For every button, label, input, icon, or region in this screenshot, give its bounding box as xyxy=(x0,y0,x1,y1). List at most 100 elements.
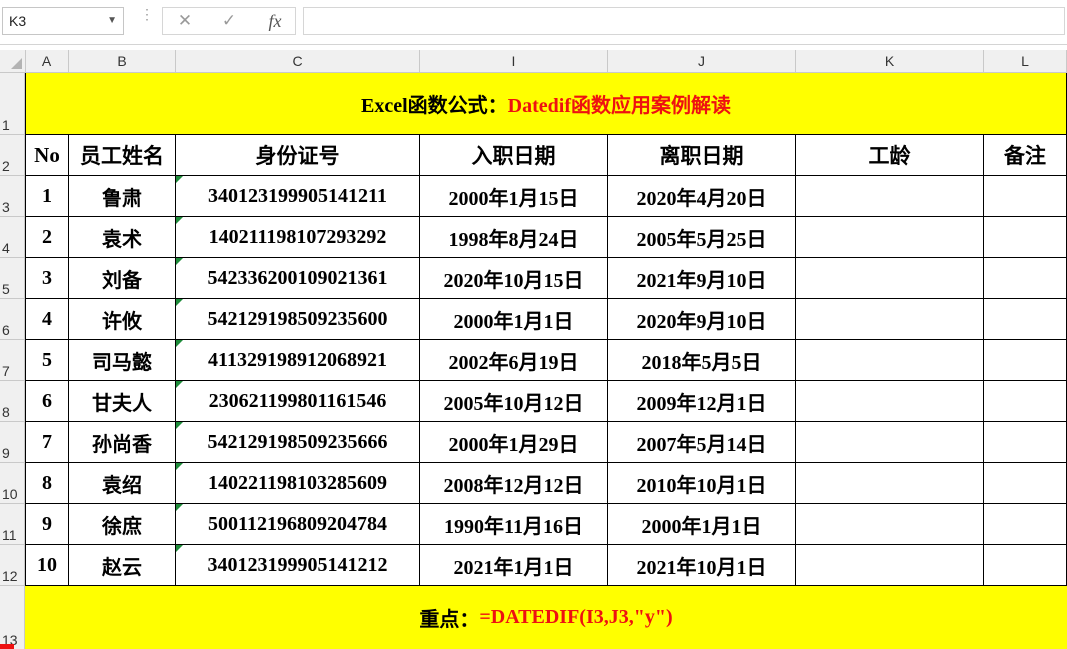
cell-row2-hire-date[interactable]: 1998年8月24日 xyxy=(420,217,608,258)
cell-row5-leave-date[interactable]: 2018年5月5日 xyxy=(608,340,796,381)
cell-row9-remarks[interactable] xyxy=(984,504,1067,545)
chevron-down-icon[interactable]: ▼ xyxy=(107,8,117,34)
row-header-6[interactable]: 6 xyxy=(0,299,25,340)
cell-row7-hire-date[interactable]: 2000年1月29日 xyxy=(420,422,608,463)
cell-row7-no[interactable]: 7 xyxy=(25,422,69,463)
cell-row6-remarks[interactable] xyxy=(984,381,1067,422)
cell-row7-name[interactable]: 孙尚香 xyxy=(69,422,176,463)
header-cell-remarks[interactable]: 备注 xyxy=(984,135,1067,176)
formula-input[interactable] xyxy=(303,7,1065,35)
cell-row5-no[interactable]: 5 xyxy=(25,340,69,381)
cell-row7-seniority[interactable] xyxy=(796,422,984,463)
cell-row1-id-number[interactable]: 340123199905141211 xyxy=(176,176,420,217)
cell-row5-name[interactable]: 司马懿 xyxy=(69,340,176,381)
cell-row9-id-number[interactable]: 500112196809204784 xyxy=(176,504,420,545)
cell-row2-remarks[interactable] xyxy=(984,217,1067,258)
row-header-4[interactable]: 4 xyxy=(0,217,25,258)
cancel-icon[interactable]: ✕ xyxy=(171,10,199,32)
row-header-3[interactable]: 3 xyxy=(0,176,25,217)
cell-row6-id-number[interactable]: 230621199801161546 xyxy=(176,381,420,422)
row-header-12[interactable]: 12 xyxy=(0,545,25,586)
header-cell-id-number[interactable]: 身份证号 xyxy=(176,135,420,176)
row-header-13[interactable]: 13 xyxy=(0,586,25,649)
column-header-k[interactable]: K xyxy=(796,50,984,72)
cell-row8-hire-date[interactable]: 2008年12月12日 xyxy=(420,463,608,504)
cell-row5-hire-date[interactable]: 2002年6月19日 xyxy=(420,340,608,381)
cell-row1-hire-date[interactable]: 2000年1月15日 xyxy=(420,176,608,217)
header-cell-hire-date[interactable]: 入职日期 xyxy=(420,135,608,176)
cell-row4-remarks[interactable] xyxy=(984,299,1067,340)
cell-row6-leave-date[interactable]: 2009年12月1日 xyxy=(608,381,796,422)
cell-row10-remarks[interactable] xyxy=(984,545,1067,586)
cell-row10-name[interactable]: 赵云 xyxy=(69,545,176,586)
cell-row9-seniority[interactable] xyxy=(796,504,984,545)
header-cell-seniority[interactable]: 工龄 xyxy=(796,135,984,176)
cell-row5-id-number[interactable]: 411329198912068921 xyxy=(176,340,420,381)
title-cell[interactable]: Excel函数公式： Datedif函数应用案例解读 xyxy=(25,73,1067,135)
cell-row3-no[interactable]: 3 xyxy=(25,258,69,299)
cell-row4-name[interactable]: 许攸 xyxy=(69,299,176,340)
cell-row3-id-number[interactable]: 542336200109021361 xyxy=(176,258,420,299)
cell-row6-seniority[interactable] xyxy=(796,381,984,422)
cell-row2-seniority[interactable] xyxy=(796,217,984,258)
cell-row4-no[interactable]: 4 xyxy=(25,299,69,340)
select-all-button[interactable] xyxy=(0,50,26,72)
column-header-c[interactable]: C xyxy=(176,50,420,72)
cell-row9-hire-date[interactable]: 1990年11月16日 xyxy=(420,504,608,545)
cell-row10-id-number[interactable]: 340123199905141212 xyxy=(176,545,420,586)
more-options-icon[interactable]: ⋮ xyxy=(140,7,154,21)
column-header-i[interactable]: I xyxy=(420,50,608,72)
cell-row8-leave-date[interactable]: 2010年10月1日 xyxy=(608,463,796,504)
cell-row8-id-number[interactable]: 140221198103285609 xyxy=(176,463,420,504)
header-cell-no[interactable]: No xyxy=(25,135,69,176)
cell-row1-seniority[interactable] xyxy=(796,176,984,217)
column-header-b[interactable]: B xyxy=(69,50,176,72)
cell-row8-seniority[interactable] xyxy=(796,463,984,504)
cell-row9-no[interactable]: 9 xyxy=(25,504,69,545)
row-header-9[interactable]: 9 xyxy=(0,422,25,463)
cell-row3-leave-date[interactable]: 2021年9月10日 xyxy=(608,258,796,299)
cell-row10-leave-date[interactable]: 2021年10月1日 xyxy=(608,545,796,586)
row-header-1[interactable]: 1 xyxy=(0,73,25,135)
cell-row8-no[interactable]: 8 xyxy=(25,463,69,504)
row-header-8[interactable]: 8 xyxy=(0,381,25,422)
name-box[interactable]: K3 ▼ xyxy=(2,7,124,35)
cell-row6-no[interactable]: 6 xyxy=(25,381,69,422)
cell-row2-id-number[interactable]: 140211198107293292 xyxy=(176,217,420,258)
cell-row3-seniority[interactable] xyxy=(796,258,984,299)
cell-row6-hire-date[interactable]: 2005年10月12日 xyxy=(420,381,608,422)
cell-row4-hire-date[interactable]: 2000年1月1日 xyxy=(420,299,608,340)
cell-row8-name[interactable]: 袁绍 xyxy=(69,463,176,504)
row-header-10[interactable]: 10 xyxy=(0,463,25,504)
cell-row5-seniority[interactable] xyxy=(796,340,984,381)
cell-row6-name[interactable]: 甘夫人 xyxy=(69,381,176,422)
cell-row1-remarks[interactable] xyxy=(984,176,1067,217)
cell-row1-leave-date[interactable]: 2020年4月20日 xyxy=(608,176,796,217)
cell-row8-remarks[interactable] xyxy=(984,463,1067,504)
enter-icon[interactable]: ✓ xyxy=(215,10,243,32)
cell-row3-hire-date[interactable]: 2020年10月15日 xyxy=(420,258,608,299)
row-header-11[interactable]: 11 xyxy=(0,504,25,545)
cell-row7-id-number[interactable]: 542129198509235666 xyxy=(176,422,420,463)
row-header-5[interactable]: 5 xyxy=(0,258,25,299)
cell-row4-id-number[interactable]: 542129198509235600 xyxy=(176,299,420,340)
header-cell-leave-date[interactable]: 离职日期 xyxy=(608,135,796,176)
row-header-7[interactable]: 7 xyxy=(0,340,25,381)
cell-row7-leave-date[interactable]: 2007年5月14日 xyxy=(608,422,796,463)
column-header-a[interactable]: A xyxy=(25,50,69,72)
cell-row2-name[interactable]: 袁术 xyxy=(69,217,176,258)
cell-row9-leave-date[interactable]: 2000年1月1日 xyxy=(608,504,796,545)
cell-row9-name[interactable]: 徐庶 xyxy=(69,504,176,545)
cell-row10-hire-date[interactable]: 2021年1月1日 xyxy=(420,545,608,586)
row-header-2[interactable]: 2 xyxy=(0,135,25,176)
cell-row1-no[interactable]: 1 xyxy=(25,176,69,217)
cell-row3-remarks[interactable] xyxy=(984,258,1067,299)
column-header-l[interactable]: L xyxy=(984,50,1067,72)
header-cell-name[interactable]: 员工姓名 xyxy=(69,135,176,176)
column-header-j[interactable]: J xyxy=(608,50,796,72)
cell-row4-leave-date[interactable]: 2020年9月10日 xyxy=(608,299,796,340)
cell-row4-seniority[interactable] xyxy=(796,299,984,340)
cell-row3-name[interactable]: 刘备 xyxy=(69,258,176,299)
cell-row2-leave-date[interactable]: 2005年5月25日 xyxy=(608,217,796,258)
cell-row7-remarks[interactable] xyxy=(984,422,1067,463)
